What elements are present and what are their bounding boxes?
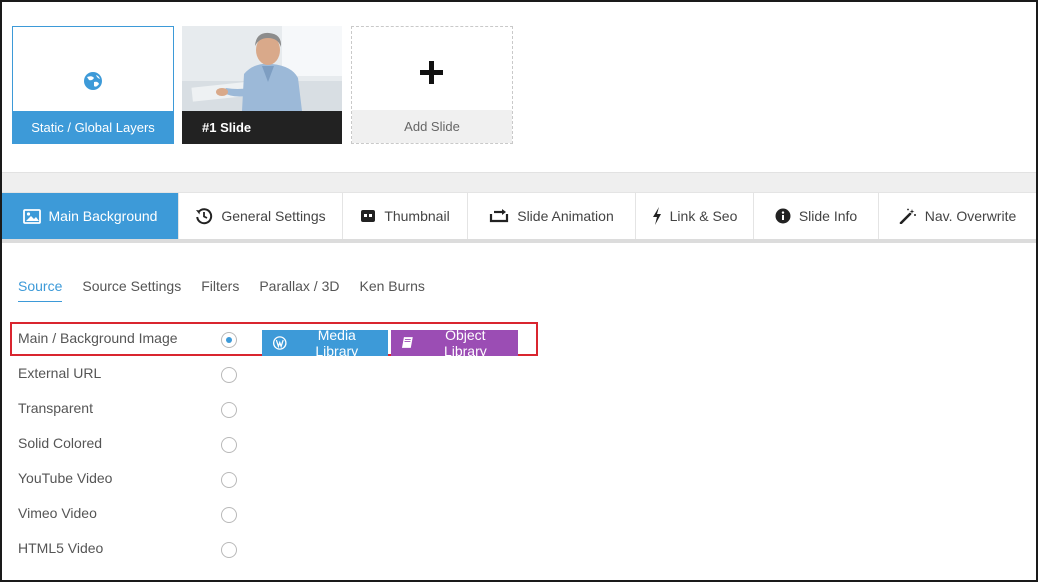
slide-list: Static / Global Layers #1 Slide Add Slid…	[2, 2, 1036, 172]
tab-nav-overwrite[interactable]: Nav. Overwrite	[879, 193, 1036, 239]
tab-main-background[interactable]: Main Background	[2, 193, 179, 239]
book-icon	[401, 337, 413, 348]
image-icon	[22, 208, 41, 224]
slide-1-thumbnail[interactable]: #1 Slide	[182, 26, 342, 144]
tab-general-settings[interactable]: General Settings	[179, 193, 343, 239]
source-option-vimeo-video: Vimeo Video	[18, 501, 538, 525]
source-option-transparent: Transparent	[18, 396, 538, 420]
source-option-external-url: External URL	[18, 361, 538, 385]
tab-label: General Settings	[221, 208, 326, 224]
tab-bar-underline	[2, 239, 1036, 243]
loop-icon	[490, 209, 509, 223]
settings-tab-bar: Main Background General Settings Thumbna…	[2, 192, 1036, 240]
plus-icon	[420, 61, 444, 85]
slide-editor: Static / Global Layers #1 Slide Add Slid…	[0, 0, 1038, 582]
button-label: Media Library	[315, 327, 359, 359]
tab-label: Nav. Overwrite	[924, 208, 1017, 224]
tab-label: Main Background	[48, 208, 158, 224]
static-global-layers-slide[interactable]: Static / Global Layers	[12, 26, 174, 144]
bolt-icon	[652, 207, 661, 225]
radio-solid-colored[interactable]	[221, 437, 237, 453]
globe-icon	[84, 72, 102, 90]
tab-label: Link & Seo	[669, 208, 738, 224]
option-label: HTML5 Video	[18, 540, 104, 556]
media-library-button[interactable]: Media Library	[262, 327, 388, 359]
source-subtab-bar: Source Source Settings Filters Parallax …	[18, 278, 425, 302]
tab-slide-info[interactable]: Slide Info	[754, 193, 879, 239]
option-label: Vimeo Video	[18, 505, 97, 521]
subtab-source[interactable]: Source	[18, 278, 63, 302]
tab-label: Thumbnail	[384, 208, 450, 224]
option-label: Solid Colored	[18, 435, 103, 451]
tab-thumbnail[interactable]: Thumbnail	[343, 193, 468, 239]
subtab-source-settings[interactable]: Source Settings	[82, 278, 181, 302]
slide-1-image	[182, 26, 342, 111]
slide-caption: Add Slide	[352, 110, 512, 143]
source-option-main-background-image: Main / Background Image Media Library Ob…	[18, 326, 538, 359]
info-icon	[775, 208, 791, 224]
button-label: Object Library	[443, 327, 487, 359]
slide-caption: Static / Global Layers	[13, 111, 173, 143]
tab-label: Slide Info	[798, 208, 858, 224]
add-slide-button[interactable]: Add Slide	[351, 26, 513, 144]
radio-main-background-image[interactable]	[221, 332, 237, 348]
thumbnail-icon	[361, 210, 376, 222]
radio-transparent[interactable]	[221, 402, 237, 418]
tab-label: Slide Animation	[517, 208, 614, 224]
source-option-solid-colored: Solid Colored	[18, 431, 538, 455]
option-label: External URL	[18, 365, 102, 381]
radio-html5-video[interactable]	[221, 542, 237, 558]
subtab-filters[interactable]: Filters	[201, 278, 239, 302]
magic-wand-icon	[899, 208, 916, 224]
history-icon	[196, 208, 213, 225]
wordpress-icon	[272, 336, 287, 350]
option-label: Main / Background Image	[18, 330, 178, 346]
subtab-ken-burns[interactable]: Ken Burns	[359, 278, 424, 302]
radio-youtube-video[interactable]	[221, 472, 237, 488]
subtab-parallax-3d[interactable]: Parallax / 3D	[259, 278, 339, 302]
object-library-button[interactable]: Object Library	[391, 327, 518, 359]
tab-slide-animation[interactable]: Slide Animation	[468, 193, 636, 239]
option-label: YouTube Video	[18, 470, 113, 486]
radio-external-url[interactable]	[221, 367, 237, 383]
radio-vimeo-video[interactable]	[221, 507, 237, 523]
section-divider	[2, 172, 1036, 192]
source-option-html5-video: HTML5 Video	[18, 536, 538, 560]
tab-link-seo[interactable]: Link & Seo	[636, 193, 754, 239]
source-option-youtube-video: YouTube Video	[18, 466, 538, 490]
slide-caption: #1 Slide	[182, 111, 342, 144]
option-label: Transparent	[18, 400, 93, 416]
